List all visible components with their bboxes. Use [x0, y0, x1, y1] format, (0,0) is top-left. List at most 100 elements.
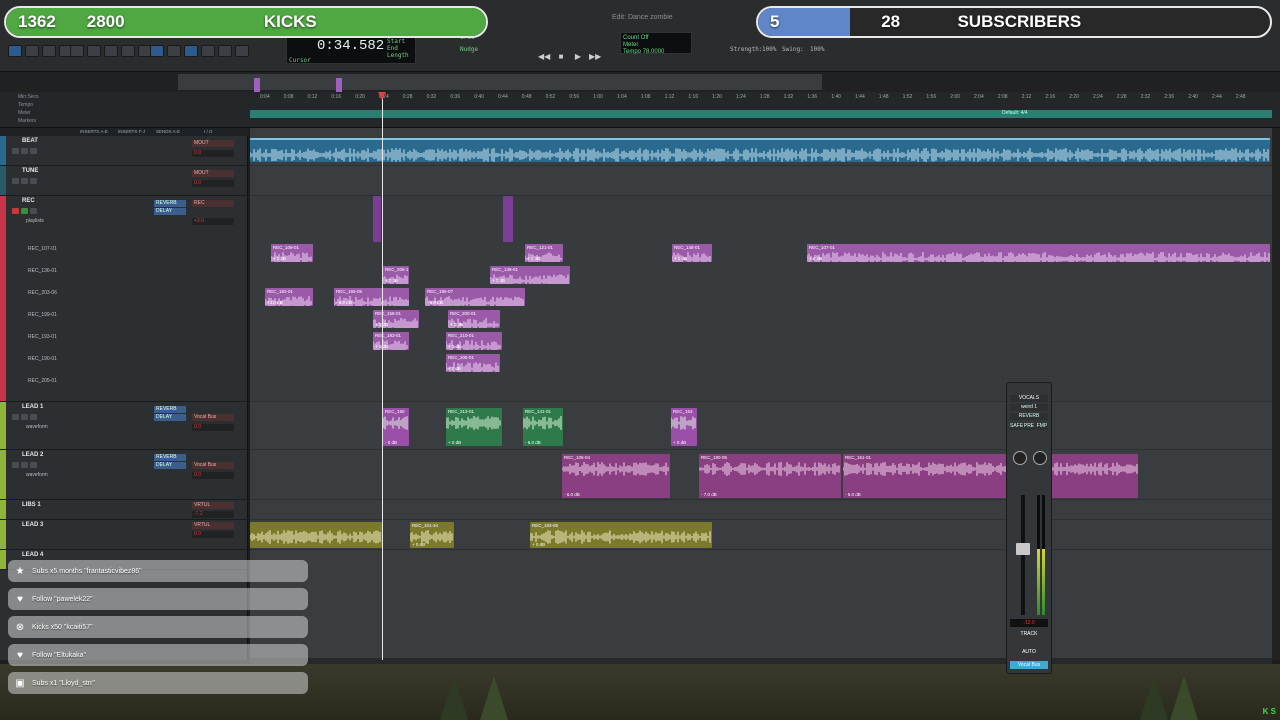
mute-button[interactable] — [30, 178, 37, 184]
mixer-volume-readout[interactable]: -12.0 — [1010, 619, 1048, 627]
selector-tool-icon[interactable] — [184, 45, 198, 57]
audio-clip[interactable]: REC_158-01 + 0 dB — [373, 310, 419, 328]
session-overview[interactable] — [0, 72, 1280, 92]
clip-gain[interactable]: - 6.0 dB — [564, 492, 580, 497]
rec-clip-marker[interactable] — [373, 196, 381, 242]
output-slot[interactable]: VRTUL — [192, 502, 234, 509]
output-slot[interactable]: MOUT — [192, 140, 234, 147]
send-reverb[interactable]: REVERB — [154, 454, 186, 461]
send-delay[interactable]: DELAY — [154, 208, 186, 215]
solo-button[interactable] — [21, 148, 28, 154]
volume-readout[interactable]: +3.0 — [192, 218, 234, 225]
clip-gain[interactable]: - 7.0 dB — [701, 492, 717, 497]
record-arm-button[interactable] — [12, 148, 19, 154]
timeline-rulers[interactable]: Min:Secs Tempo Meter Markers 0:04 0:08 0:1… — [0, 92, 1280, 128]
track-name[interactable]: LEAD 3 — [22, 522, 43, 528]
audio-clip[interactable]: REC_153 + 0 dB — [671, 408, 697, 446]
lane-tune[interactable] — [250, 166, 1272, 196]
volume-readout[interactable]: 0.0 — [192, 472, 234, 479]
volume-readout[interactable]: 0.0 — [192, 531, 234, 538]
shuffle-mode-button[interactable] — [8, 45, 22, 57]
track-name[interactable]: LIBS 1 — [22, 502, 41, 508]
record-arm-button[interactable] — [12, 208, 19, 214]
clip-gain[interactable]: - 0 dB — [385, 440, 397, 445]
play-button[interactable]: ▶ — [572, 52, 584, 62]
audio-clip[interactable]: REC_193-01 + 0 dB — [373, 332, 409, 350]
audio-clip[interactable]: REC_185-07 - 6.0 dB — [425, 288, 525, 306]
mute-button[interactable] — [30, 148, 37, 154]
lane-lead1[interactable]: REC_190 - 0 dB REC_213-01 + 0 dB REC_141-01 -… — [250, 402, 1272, 450]
solo-button[interactable] — [21, 414, 28, 420]
clip-gain[interactable]: +3.0 dB — [267, 300, 283, 305]
audio-clip[interactable]: REC_213-01 + 0 dB — [446, 408, 502, 446]
pencil-tool-icon[interactable] — [218, 45, 232, 57]
smart-tool-icon[interactable] — [235, 45, 249, 57]
output-slot[interactable]: VRTUL — [192, 522, 234, 529]
fmp-button[interactable]: FMP — [1036, 423, 1048, 430]
clip-gain[interactable]: - 6.0 dB — [427, 300, 443, 305]
pan-right-knob[interactable] — [1033, 451, 1047, 465]
audio-clip[interactable]: REC_193-05 + 0 dB — [530, 522, 712, 548]
output-slot[interactable]: REC — [192, 200, 234, 207]
audio-clip[interactable]: REC_105-04 - 6.0 dB — [562, 454, 670, 498]
audio-clip[interactable]: REC_148-01 + 0 dB — [672, 244, 712, 262]
overview-strip[interactable] — [178, 74, 822, 92]
track-header-tune[interactable]: TUNE MOUT 0.0 — [0, 166, 248, 196]
solo-button[interactable] — [21, 208, 28, 214]
mute-button[interactable] — [30, 208, 37, 214]
solo-button[interactable] — [21, 178, 28, 184]
record-arm-button[interactable] — [12, 178, 19, 184]
mixer-automation-label[interactable]: AUTO — [1010, 649, 1048, 655]
audio-clip[interactable]: REC_107-01 + 0 dB — [807, 244, 1270, 262]
audio-clip[interactable]: REC_141-01 - 6.0 dB — [523, 408, 563, 446]
clip-gain[interactable]: + 0 dB — [448, 344, 461, 349]
solo-button[interactable] — [21, 462, 28, 468]
lane-lead2[interactable]: REC_105-04- 6.0 dB REC_180-05- 7.0 dB REC_… — [250, 450, 1272, 500]
clip-gain[interactable]: - 6.0 dB — [336, 300, 352, 305]
stop-button[interactable]: ■ — [555, 52, 567, 62]
audio-clip[interactable]: REC_121-01 + 0 dB — [525, 244, 563, 262]
mixer-insert-2[interactable]: REVERB — [1010, 413, 1048, 420]
clip-gain[interactable]: + 0 dB — [450, 322, 463, 327]
grabber-tool-icon[interactable] — [201, 45, 215, 57]
track-name[interactable]: BEAT — [22, 138, 38, 144]
track-view-selector[interactable]: waveform — [26, 424, 48, 430]
main-counter[interactable]: 0:34.582 Cursor Start End Length — [286, 34, 416, 64]
fast-forward-button[interactable]: ▶▶ — [589, 52, 601, 62]
volume-readout[interactable]: 0.0 — [192, 150, 234, 157]
lane-rec[interactable]: REC_109-01 + 0 dB REC_121-01 + 0 dB REC_148-… — [250, 196, 1272, 402]
clip-gain[interactable]: + 0 dB — [492, 278, 505, 283]
audio-clip[interactable]: REC_205-01 + 0 dB — [446, 354, 500, 372]
clip-gain[interactable]: + 0 dB — [448, 366, 461, 371]
rec-clip-marker[interactable] — [503, 196, 513, 242]
audio-clip[interactable]: REC_190 - 0 dB — [383, 408, 409, 446]
record-arm-button[interactable] — [12, 414, 19, 420]
clip-gain[interactable]: + 0 dB — [527, 256, 540, 261]
clip-gain[interactable]: + 0 dB — [448, 440, 461, 445]
volume-readout[interactable]: 0.0 — [192, 180, 234, 187]
volume-readout[interactable]: 0.0 — [192, 424, 234, 431]
audio-clip[interactable]: REC_138-01 + 0 dB — [490, 266, 570, 284]
vertical-scrollbar[interactable] — [1272, 128, 1280, 660]
safe-button[interactable]: SAFE — [1010, 423, 1023, 430]
playhead[interactable] — [382, 92, 383, 660]
audio-clip[interactable]: REC_101-34 + 0 dB — [410, 522, 454, 548]
mixer-insert-vocals[interactable]: VOCALS — [1010, 395, 1048, 402]
output-slot[interactable]: Vocal Bus — [192, 462, 234, 469]
clip-gain[interactable]: + 0 dB — [412, 542, 425, 547]
volume-fader[interactable] — [1016, 543, 1030, 555]
track-name[interactable]: LEAD 4 — [22, 552, 43, 558]
send-delay[interactable]: DELAY — [154, 462, 186, 469]
mute-button[interactable] — [30, 462, 37, 468]
rewind-button[interactable]: ◀◀ — [538, 52, 550, 62]
mute-button[interactable] — [30, 414, 37, 420]
audio-clip[interactable]: REC_151-01 - 6.0 dB — [843, 454, 1138, 498]
audio-clip[interactable]: REC_210-01 + 0 dB — [446, 332, 502, 350]
pre-button[interactable]: PRE — [1023, 423, 1035, 430]
lead3-clip[interactable] — [250, 522, 382, 548]
zoom-3-button[interactable] — [104, 45, 118, 57]
slip-mode-button[interactable] — [25, 45, 39, 57]
track-name[interactable]: LEAD 1 — [22, 404, 43, 410]
clip-gain[interactable]: + 0 dB — [385, 278, 398, 283]
pan-left-knob[interactable] — [1013, 451, 1027, 465]
